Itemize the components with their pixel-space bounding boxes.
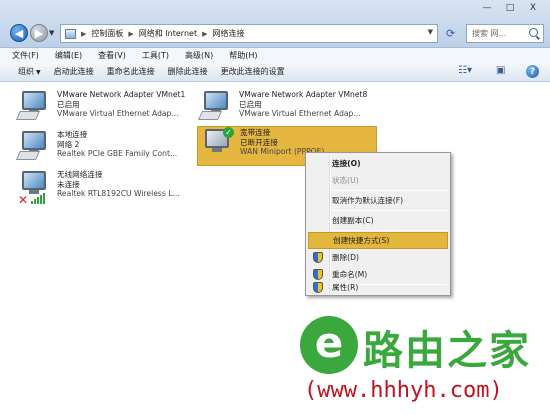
watermark-logo-letter: e: [314, 318, 344, 367]
menu-divider: [331, 230, 447, 231]
menu-properties[interactable]: 属性(R): [308, 279, 448, 296]
uac-shield-icon: [313, 252, 323, 263]
network-adapter-icon: [15, 91, 52, 125]
adapter-name: VMware Network Adapter VMnet8: [239, 90, 368, 99]
organize-button[interactable]: 组织 ▼: [18, 66, 54, 77]
forward-arrow-icon: ▶: [34, 26, 44, 40]
breadcrumb-separator[interactable]: ▶: [126, 30, 135, 38]
signal-bars-icon: [31, 193, 45, 204]
recent-pages-dropdown[interactable]: ▼: [49, 29, 54, 37]
adapter-status: 未连接: [57, 179, 80, 189]
menu-bar: 文件(F) 编辑(E) 查看(V) 工具(T) 高级(N) 帮助(H): [0, 48, 550, 62]
back-arrow-icon: ◀: [14, 26, 24, 40]
chevron-down-icon: ▼: [36, 69, 41, 76]
adapter-device: Realtek PCIe GBE Family Cont...: [57, 149, 178, 158]
adapter-wireless-connection[interactable]: ✕ 无线网络连接 未连接 Realtek RTL8192CU Wireless …: [18, 169, 196, 211]
menu-properties-label: 属性(R): [332, 283, 359, 292]
wireless-adapter-icon: ✕: [18, 171, 52, 207]
menu-advanced[interactable]: 高级(N): [185, 50, 213, 61]
watermark-url-text: www.hhhyh.com: [317, 378, 490, 403]
network-adapter-icon: [15, 131, 52, 165]
menu-tools[interactable]: 工具(T): [142, 50, 169, 61]
search-input[interactable]: 搜索 网...: [466, 24, 544, 43]
maximize-button[interactable]: □: [499, 0, 521, 16]
adapter-vmnet8[interactable]: VMware Network Adapter VMnet8 已启用 VMware…: [197, 89, 378, 131]
back-button[interactable]: ◀: [10, 24, 28, 42]
menu-delete-label: 删除(D): [332, 253, 359, 262]
title-bar: — □ X ◀ ▶ ▼ ▶ 控制面板 ▶ 网络和 Internet ▶ 网络连接…: [0, 0, 550, 48]
menu-create-shortcut[interactable]: 创建快捷方式(S): [308, 232, 448, 249]
rename-connection-button[interactable]: 重命名此连接: [107, 66, 168, 77]
check-icon: ✓: [223, 127, 234, 138]
menu-help[interactable]: 帮助(H): [229, 50, 257, 61]
adapter-name: 宽带连接: [240, 128, 271, 137]
forward-button[interactable]: ▶: [30, 24, 48, 42]
menu-cancel-default[interactable]: 取消作为默认连接(F): [308, 192, 448, 209]
watermark-logo: e: [300, 316, 358, 374]
address-dropdown[interactable]: ▼: [428, 28, 433, 36]
organize-label: 组织: [18, 67, 34, 76]
adapter-vmnet1[interactable]: VMware Network Adapter VMnet1 已启用 VMware…: [15, 89, 196, 131]
adapter-name: 本地连接: [57, 130, 88, 139]
search-icon[interactable]: [529, 28, 538, 37]
breadcrumb-network-internet[interactable]: 网络和 Internet: [139, 28, 197, 39]
help-icon[interactable]: ?: [526, 65, 539, 78]
context-menu: 连接(O) 状态(U) 取消作为默认连接(F) 创建副本(C) 创建快捷方式(S…: [305, 152, 451, 296]
close-button[interactable]: X: [522, 0, 544, 16]
breadcrumb-separator[interactable]: ▶: [79, 30, 88, 38]
start-connection-button[interactable]: 启动此连接: [54, 66, 107, 77]
menu-divider: [331, 190, 447, 191]
control-panel-icon: [65, 28, 76, 39]
uac-shield-icon: [313, 282, 323, 293]
adapter-name: 无线网络连接: [57, 170, 103, 179]
change-settings-button[interactable]: 更改此连接的设置: [221, 66, 298, 77]
minimize-button[interactable]: —: [476, 0, 498, 16]
menu-edit[interactable]: 编辑(E): [55, 50, 82, 61]
refresh-icon[interactable]: ⟳: [446, 27, 455, 40]
breadcrumb-control-panel[interactable]: 控制面板: [91, 28, 123, 39]
network-adapter-icon: [197, 91, 234, 125]
view-options-icon[interactable]: ☷▾: [458, 65, 472, 76]
broadband-adapter-icon: ✓: [201, 127, 235, 163]
adapter-device: Realtek RTL8192CU Wireless L...: [57, 189, 180, 198]
menu-view[interactable]: 查看(V): [98, 50, 126, 61]
adapter-local-connection[interactable]: 本地连接 网络 2 Realtek PCIe GBE Family Cont..…: [15, 129, 196, 171]
menu-connect[interactable]: 连接(O): [308, 155, 448, 172]
menu-delete[interactable]: 删除(D): [308, 249, 448, 266]
menu-file[interactable]: 文件(F): [12, 50, 39, 61]
breadcrumb-network-connections[interactable]: 网络连接: [212, 28, 244, 39]
menu-status[interactable]: 状态(U): [308, 172, 448, 189]
disconnected-x-icon: ✕: [18, 193, 29, 207]
adapter-status: 已启用: [57, 99, 80, 109]
delete-connection-button[interactable]: 删除此连接: [168, 66, 221, 77]
adapter-device: VMware Virtual Ethernet Adap...: [239, 109, 361, 118]
adapter-status: 已断开连接: [240, 137, 278, 147]
preview-pane-icon[interactable]: ▣: [496, 65, 505, 76]
menu-create-copy[interactable]: 创建副本(C): [308, 212, 448, 229]
adapter-device: VMware Virtual Ethernet Adap...: [57, 109, 179, 118]
menu-divider: [331, 210, 447, 211]
watermark-brand: 路由之家: [363, 328, 531, 374]
adapter-name: VMware Network Adapter VMnet1: [57, 90, 186, 99]
watermark-url: (www.hhhyh.com): [304, 378, 503, 403]
address-bar[interactable]: ▶ 控制面板 ▶ 网络和 Internet ▶ 网络连接 ▼: [60, 24, 438, 43]
breadcrumb-separator[interactable]: ▶: [200, 30, 209, 38]
search-placeholder: 搜索 网...: [472, 29, 507, 38]
adapter-status: 已启用: [239, 99, 262, 109]
adapter-status: 网络 2: [57, 139, 80, 149]
